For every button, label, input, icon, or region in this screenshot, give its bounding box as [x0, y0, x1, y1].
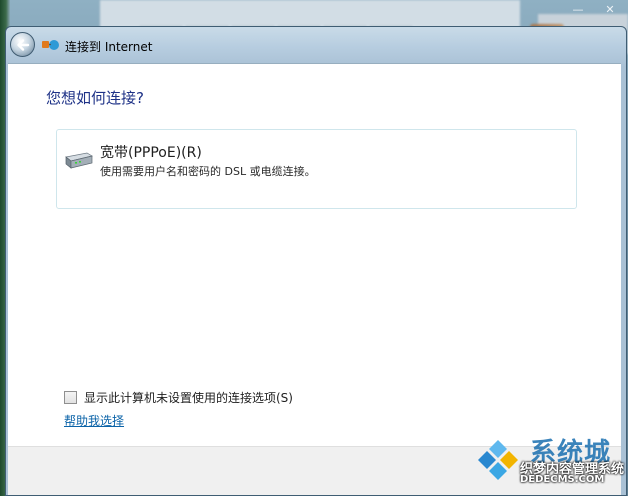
watermark-url: DEDECMS.COM — [520, 474, 605, 485]
option-description: 使用需要用户名和密码的 DSL 或电缆连接。 — [100, 165, 316, 178]
dialog-title: 连接到 Internet — [65, 40, 153, 54]
show-unconfigured-checkbox[interactable] — [64, 391, 77, 404]
back-arrow-icon — [17, 39, 30, 51]
help-me-choose-link[interactable]: 帮助我选择 — [64, 412, 124, 429]
watermark: 系统城 织梦内容管理系统 DEDECMS.COM — [474, 432, 624, 494]
show-unconfigured-option[interactable]: 显示此计算机未设置使用的连接选项(S) — [64, 389, 293, 406]
option-title: 宽带(PPPoE)(R) — [100, 145, 202, 161]
back-button[interactable] — [10, 32, 35, 57]
dialog-titlebar: 连接到 Internet — [5, 28, 565, 62]
modem-icon — [65, 152, 93, 169]
watermark-logo-icon — [478, 440, 518, 480]
window-controls: — ✕ — [566, 2, 622, 18]
minimize-button[interactable]: — — [566, 2, 590, 18]
network-connection-icon — [42, 40, 59, 50]
option-pppoe-broadband[interactable]: 宽带(PPPoE)(R) 使用需要用户名和密码的 DSL 或电缆连接。 — [56, 129, 577, 209]
close-button[interactable]: ✕ — [598, 2, 622, 18]
page-heading: 您想如何连接? — [46, 89, 144, 107]
dialog-content: 您想如何连接? 宽带(PPPoE)(R) 使用需要用户名和密码的 DSL 或电缆… — [8, 63, 621, 447]
show-unconfigured-label: 显示此计算机未设置使用的连接选项(S) — [84, 391, 293, 405]
